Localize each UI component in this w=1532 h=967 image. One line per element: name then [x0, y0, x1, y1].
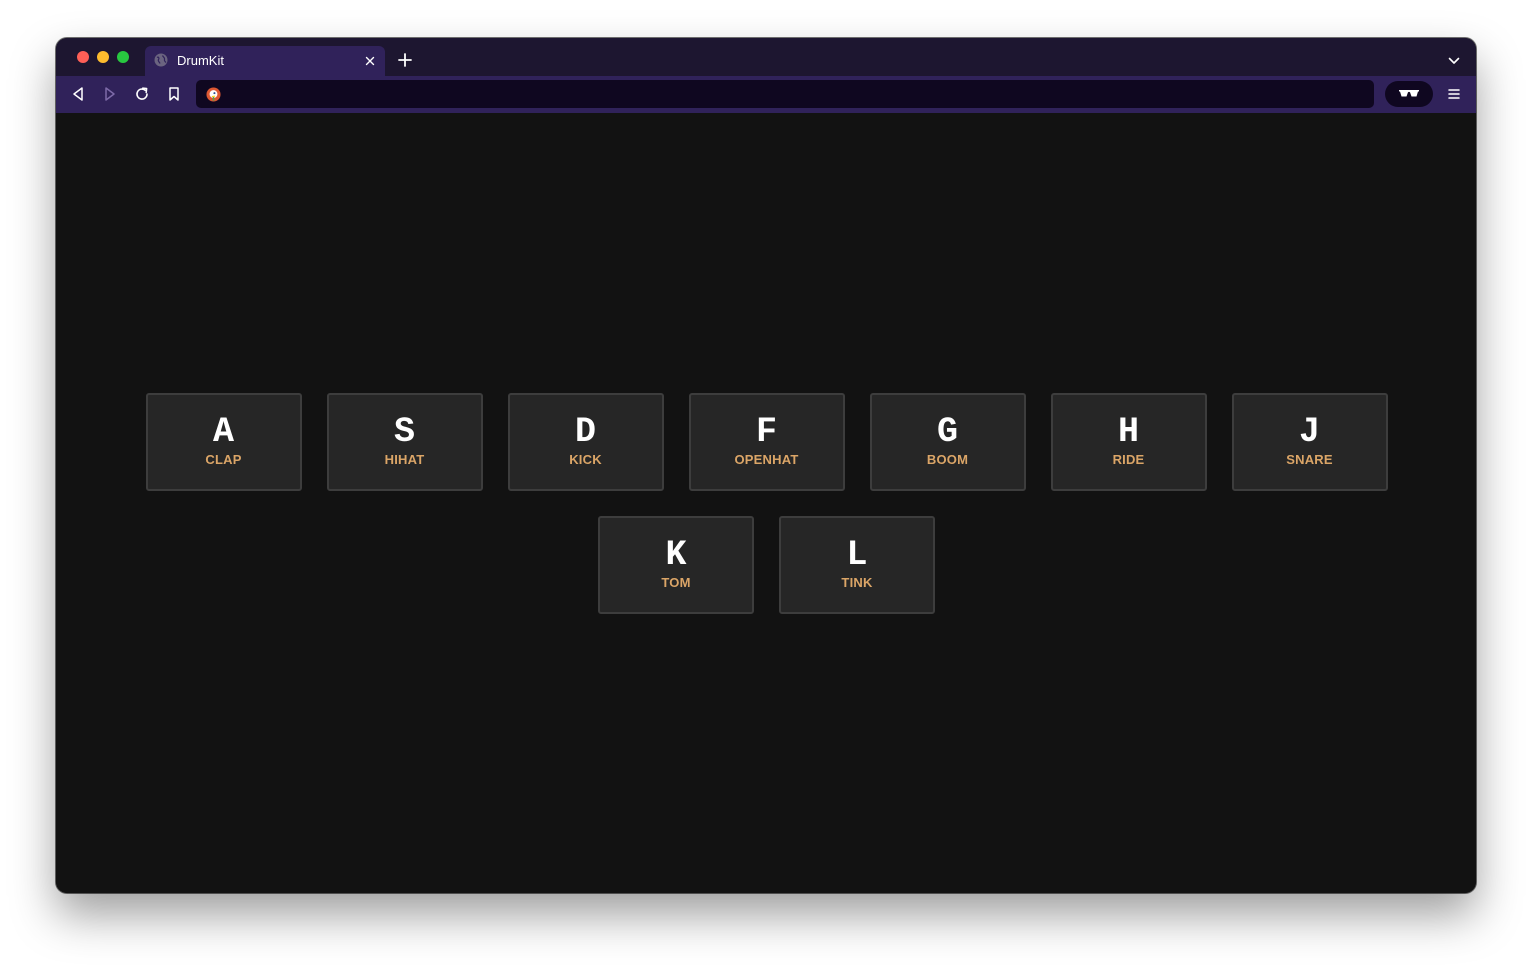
globe-icon [154, 53, 168, 67]
key-letter: D [574, 412, 596, 452]
duckduckgo-logo [206, 87, 221, 102]
key-letter: H [1117, 412, 1139, 452]
drum-key-h[interactable]: H RIDE [1050, 393, 1207, 491]
drum-key-k[interactable]: K TOM [598, 516, 754, 614]
new-tab-plus-icon[interactable] [397, 52, 413, 68]
drum-keys: A CLAP S HIHAT D KICK F OPENHAT G BOOM H… [144, 393, 1389, 614]
close-icon[interactable] [362, 53, 378, 69]
tab-bar: DrumKit [56, 38, 1476, 76]
bookmark-icon[interactable] [165, 85, 183, 103]
drum-key-s[interactable]: S HIHAT [326, 393, 483, 491]
address-bar[interactable] [196, 80, 1374, 108]
drum-key-d[interactable]: D KICK [507, 393, 664, 491]
drum-key-g[interactable]: G BOOM [869, 393, 1026, 491]
drum-key-a[interactable]: A CLAP [145, 393, 302, 491]
sound-label: BOOM [926, 452, 969, 467]
page-content: A CLAP S HIHAT D KICK F OPENHAT G BOOM H… [56, 113, 1476, 893]
drum-key-l[interactable]: L TINK [779, 516, 935, 614]
reader-mode-button[interactable] [1385, 81, 1433, 107]
reader-glasses-icon [1399, 90, 1419, 97]
reload-icon[interactable] [133, 85, 151, 103]
maximize-window-button[interactable] [117, 51, 129, 63]
url-input[interactable] [230, 80, 1360, 108]
sound-label: CLAP [205, 452, 242, 467]
forward-icon[interactable] [101, 85, 119, 103]
sound-label: KICK [569, 452, 602, 467]
sound-label: TOM [661, 575, 691, 590]
key-letter: F [755, 412, 777, 452]
chevron-down-icon[interactable] [1447, 54, 1461, 68]
key-letter: A [212, 412, 234, 452]
sound-label: TINK [841, 575, 873, 590]
sound-label: SNARE [1286, 452, 1333, 467]
close-window-button[interactable] [77, 51, 89, 63]
sound-label: RIDE [1112, 452, 1145, 467]
tab-drumkit[interactable]: DrumKit [145, 46, 385, 76]
key-letter: G [936, 412, 958, 452]
key-letter: J [1298, 412, 1320, 452]
drum-key-j[interactable]: J SNARE [1231, 393, 1388, 491]
key-letter: S [393, 412, 415, 452]
sound-label: HIHAT [384, 452, 425, 467]
menu-icon[interactable] [1447, 87, 1461, 101]
browser-window: DrumKit A CLAP S HIHAT D KICK F OPENHAT … [56, 38, 1476, 893]
back-icon[interactable] [69, 85, 87, 103]
key-letter: K [665, 535, 687, 575]
minimize-window-button[interactable] [97, 51, 109, 63]
tab-title: DrumKit [177, 53, 224, 68]
sound-label: OPENHAT [734, 452, 799, 467]
drum-key-f[interactable]: F OPENHAT [688, 393, 845, 491]
navigation-toolbar [56, 76, 1476, 113]
key-letter: L [846, 535, 868, 575]
